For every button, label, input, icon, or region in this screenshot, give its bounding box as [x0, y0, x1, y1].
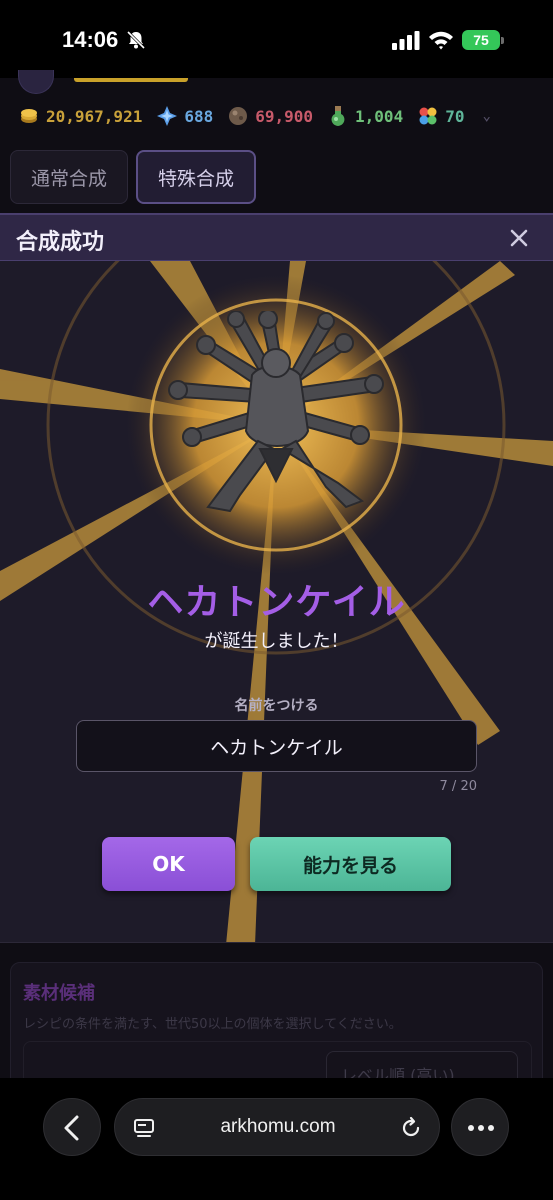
born-message: が誕生しました！ — [204, 631, 349, 652]
resource-ore: 69,900 — [227, 105, 313, 127]
ok-button[interactable]: OK — [102, 837, 235, 891]
resource-clovers: 70 — [417, 105, 464, 127]
browser-toolbar: arkhomu.com — [0, 1078, 553, 1200]
name-label: 名前をつける — [234, 698, 319, 714]
resource-potions: 1,004 — [327, 105, 403, 127]
potion-icon — [331, 106, 345, 126]
resource-bar: 20,967,921 688 69,900 1,004 70 ⌄ — [0, 100, 553, 132]
ore-count: 69,900 — [255, 106, 314, 126]
name-input[interactable] — [76, 720, 477, 772]
resource-coins: 20,967,921 — [18, 105, 142, 127]
gem-count: 688 — [184, 106, 214, 126]
reload-icon[interactable] — [399, 1116, 423, 1140]
modal-header: 合成成功 — [0, 215, 553, 261]
creature-name: ヘカトンケイル — [147, 582, 406, 623]
avatar[interactable] — [18, 70, 54, 94]
back-button[interactable] — [43, 1098, 101, 1156]
status-time: 14:06 — [62, 27, 119, 52]
material-description: レシピの条件を満たす、世代50以上の個体を選択してください。 — [23, 1017, 402, 1032]
more-icon — [468, 1125, 494, 1131]
gem-icon — [157, 106, 178, 126]
clover-icon — [419, 107, 437, 125]
coin-icon — [21, 109, 37, 123]
wifi-icon — [429, 31, 453, 50]
synthesis-tabs: 通常合成 特殊合成 — [10, 150, 257, 204]
ore-icon — [229, 107, 248, 125]
potion-count: 1,004 — [355, 106, 404, 126]
chevron-down-icon[interactable]: ⌄ — [482, 108, 490, 124]
rank-badge — [74, 78, 188, 82]
cellular-signal-icon — [392, 31, 420, 50]
battery-indicator: 75 — [462, 30, 504, 50]
material-title: 素材候補 — [23, 983, 95, 1004]
char-count: 7 / 20 — [439, 779, 477, 794]
tab-normal-synthesis[interactable]: 通常合成 — [10, 150, 129, 204]
synthesis-success-modal: 合成成功 ヘカトンケイル が誕生しました！ 名前をつける 7 / 20 OK 能… — [0, 213, 553, 943]
tab-special-synthesis[interactable]: 特殊合成 — [136, 150, 257, 204]
chevron-left-icon — [64, 1115, 79, 1141]
clover-count: 70 — [445, 106, 465, 126]
bell-off-icon — [126, 30, 146, 50]
coin-count: 20,967,921 — [46, 106, 143, 126]
creature-image — [168, 311, 384, 513]
modal-title: 合成成功 — [16, 230, 105, 255]
url-text: arkhomu.com — [220, 1116, 336, 1137]
status-bar: 14:06 75 — [0, 0, 553, 78]
close-icon[interactable] — [509, 228, 529, 248]
view-abilities-button[interactable]: 能力を見る — [250, 837, 451, 891]
more-options-button[interactable] — [451, 1098, 509, 1156]
address-bar[interactable]: arkhomu.com — [114, 1098, 440, 1156]
resource-gems: 688 — [156, 105, 213, 127]
